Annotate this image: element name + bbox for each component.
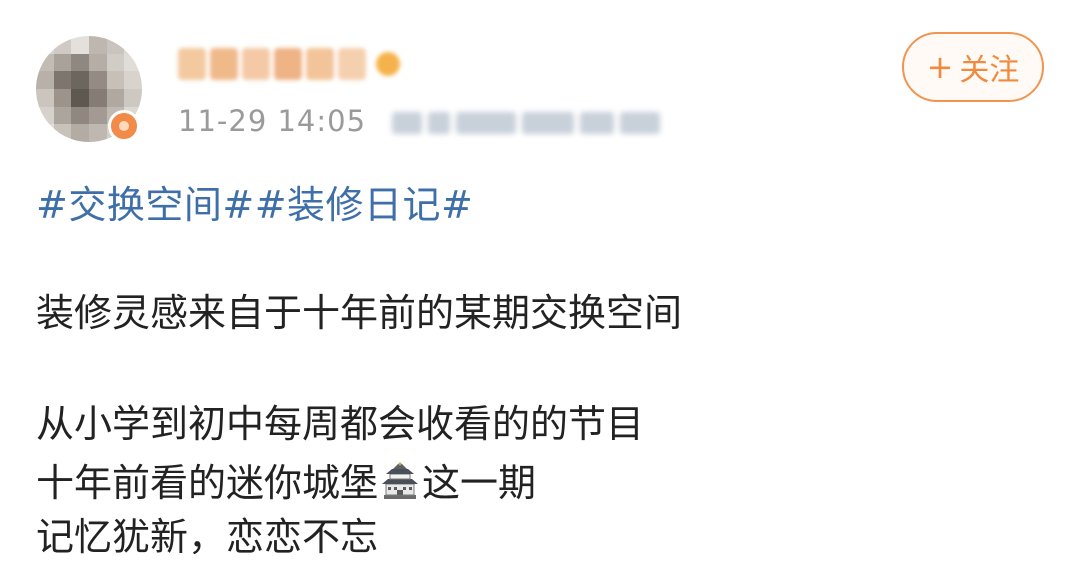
post-source-blurred	[392, 106, 660, 140]
hashtag-link[interactable]: #装修日记#	[255, 183, 474, 227]
follow-button-label: 关注	[959, 53, 1020, 88]
post-text-line: 装修灵感来自于十年前的某期交换空间	[36, 291, 683, 335]
plus-icon: +	[926, 48, 954, 86]
hashtag-link[interactable]: #交换空间#	[36, 183, 255, 227]
username-blurred[interactable]	[178, 44, 400, 84]
post-timestamp: 11-29 14:05	[178, 104, 367, 138]
post-text-segment: 十年前看的迷你城堡	[36, 461, 379, 505]
verified-badge-icon	[108, 110, 140, 142]
post-text-line: 记忆犹新，恋恋不忘	[36, 515, 379, 559]
weibo-post-card: 11-29 14:05 + 关注 #交换空间##装修日记# 装修灵感来自于十年前…	[0, 0, 1080, 568]
castle-emoji-icon	[382, 462, 419, 499]
hashtag-row: #交换空间##装修日记#	[36, 174, 473, 229]
follow-button[interactable]: + 关注	[902, 32, 1044, 102]
post-text-segment: 这一期	[422, 461, 537, 505]
post-text-line: 十年前看的迷你城堡 这一期	[36, 462, 536, 502]
post-text-line: 从小学到初中每周都会收看的的节目	[36, 402, 645, 446]
